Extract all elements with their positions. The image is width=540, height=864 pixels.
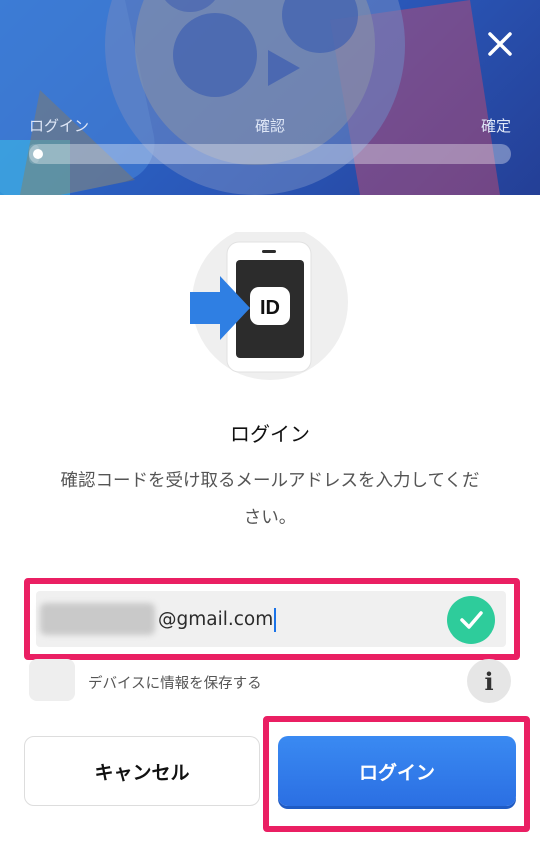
page-title: ログイン [230, 422, 310, 446]
phone-id-icon: ID [190, 224, 348, 380]
close-icon [488, 32, 512, 56]
email-redacted-part [40, 603, 155, 635]
progress-bar [29, 144, 511, 164]
progress-indicator [33, 149, 43, 159]
email-value[interactable]: @gmail.com [158, 608, 277, 632]
header-decoration [0, 0, 500, 195]
login-button[interactable]: ログイン [278, 736, 516, 806]
info-button[interactable]: i [467, 659, 511, 703]
page-description: 確認コードを受け取るメールアドレスを入力してください。 [60, 471, 480, 528]
hero-badge-text: ID [260, 297, 280, 319]
info-icon: i [484, 666, 494, 696]
cancel-button[interactable]: キャンセル [24, 736, 260, 806]
email-valid-badge [447, 596, 495, 644]
step-label-finalize: 確定 [481, 117, 512, 135]
header-banner: ログイン 確認 確定 [0, 0, 540, 195]
step-label-login: ログイン [29, 117, 90, 135]
login-button-label: ログイン [358, 761, 435, 784]
cancel-button-label: キャンセル [94, 761, 190, 784]
checkmark-icon [460, 611, 483, 629]
close-button[interactable] [480, 24, 520, 64]
phone-id-illustration: ID [190, 224, 350, 382]
step-label-confirm: 確認 [255, 117, 286, 135]
save-device-label: デバイスに情報を保存する [88, 676, 262, 692]
save-device-checkbox[interactable] [29, 659, 75, 701]
